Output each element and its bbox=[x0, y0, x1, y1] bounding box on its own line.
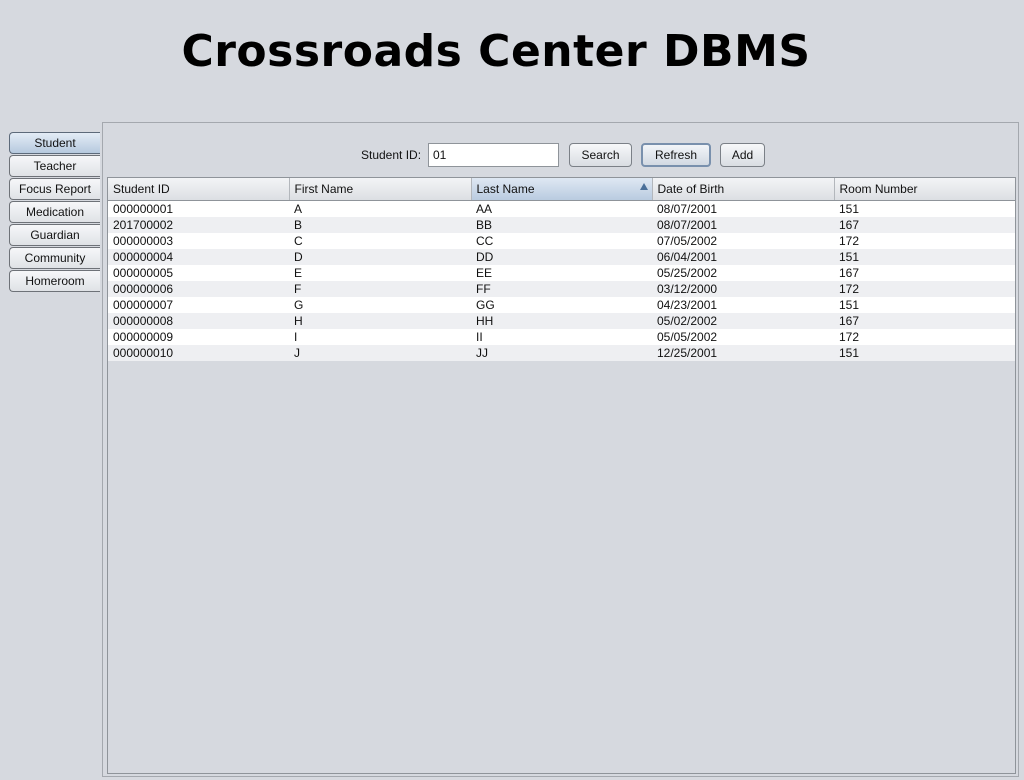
app-title: Crossroads Center DBMS bbox=[181, 26, 811, 77]
cell-first-name: C bbox=[289, 232, 471, 249]
table-row[interactable]: 000000004 D DD 06/04/2001 151 bbox=[108, 248, 1015, 265]
cell-room-number: 172 bbox=[834, 328, 1015, 345]
column-header-date-of-birth[interactable]: Date of Birth bbox=[652, 178, 835, 201]
table-row[interactable]: 000000010 J JJ 12/25/2001 151 bbox=[108, 344, 1015, 361]
cell-date-of-birth: 04/23/2001 bbox=[652, 296, 834, 313]
student-table: Student ID First Name Last Name Date of … bbox=[107, 177, 1016, 774]
cell-date-of-birth: 03/12/2000 bbox=[652, 280, 834, 297]
cell-first-name: E bbox=[289, 264, 471, 281]
cell-room-number: 172 bbox=[834, 280, 1015, 297]
cell-student-id: 000000003 bbox=[108, 232, 289, 249]
cell-date-of-birth: 05/05/2002 bbox=[652, 328, 834, 345]
cell-room-number: 172 bbox=[834, 232, 1015, 249]
cell-date-of-birth: 08/07/2001 bbox=[652, 216, 834, 233]
cell-last-name: JJ bbox=[471, 344, 652, 361]
cell-date-of-birth: 12/25/2001 bbox=[652, 344, 834, 361]
cell-first-name: G bbox=[289, 296, 471, 313]
cell-first-name: B bbox=[289, 216, 471, 233]
table-header-row: Student ID First Name Last Name Date of … bbox=[108, 178, 1015, 201]
cell-student-id: 000000005 bbox=[108, 264, 289, 281]
cell-room-number: 151 bbox=[834, 200, 1015, 217]
cell-student-id: 000000010 bbox=[108, 344, 289, 361]
cell-room-number: 151 bbox=[834, 296, 1015, 313]
table-row[interactable]: 000000005 E EE 05/25/2002 167 bbox=[108, 264, 1015, 281]
cell-room-number: 167 bbox=[834, 264, 1015, 281]
cell-student-id: 000000001 bbox=[108, 200, 289, 217]
table-row[interactable]: 000000001 A AA 08/07/2001 151 bbox=[108, 200, 1015, 217]
cell-student-id: 201700002 bbox=[108, 216, 289, 233]
cell-student-id: 000000004 bbox=[108, 248, 289, 265]
cell-room-number: 151 bbox=[834, 248, 1015, 265]
table-row[interactable]: 000000003 C CC 07/05/2002 172 bbox=[108, 232, 1015, 249]
cell-date-of-birth: 06/04/2001 bbox=[652, 248, 834, 265]
column-header-last-name[interactable]: Last Name bbox=[471, 178, 653, 201]
cell-student-id: 000000008 bbox=[108, 312, 289, 329]
cell-student-id: 000000009 bbox=[108, 328, 289, 345]
cell-last-name: II bbox=[471, 328, 652, 345]
cell-last-name: GG bbox=[471, 296, 652, 313]
cell-student-id: 000000006 bbox=[108, 280, 289, 297]
tab-guardian[interactable]: Guardian bbox=[9, 224, 100, 246]
table-row[interactable]: 000000009 I II 05/05/2002 172 bbox=[108, 328, 1015, 345]
search-button[interactable]: Search bbox=[569, 143, 632, 167]
table-row[interactable]: 201700002 B BB 08/07/2001 167 bbox=[108, 216, 1015, 233]
cell-date-of-birth: 08/07/2001 bbox=[652, 200, 834, 217]
cell-first-name: J bbox=[289, 344, 471, 361]
tab-medication[interactable]: Medication bbox=[9, 201, 100, 223]
cell-last-name: DD bbox=[471, 248, 652, 265]
tab-homeroom[interactable]: Homeroom bbox=[9, 270, 100, 292]
cell-room-number: 167 bbox=[834, 216, 1015, 233]
sort-ascending-icon bbox=[639, 183, 648, 190]
table-row[interactable]: 000000006 F FF 03/12/2000 172 bbox=[108, 280, 1015, 297]
table-row[interactable]: 000000007 G GG 04/23/2001 151 bbox=[108, 296, 1015, 313]
cell-first-name: F bbox=[289, 280, 471, 297]
cell-first-name: D bbox=[289, 248, 471, 265]
cell-last-name: FF bbox=[471, 280, 652, 297]
cell-first-name: H bbox=[289, 312, 471, 329]
column-header-label: Last Name bbox=[476, 181, 535, 196]
tab-community[interactable]: Community bbox=[9, 247, 100, 269]
tab-focus-report[interactable]: Focus Report bbox=[9, 178, 100, 200]
column-header-student-id[interactable]: Student ID bbox=[108, 178, 290, 201]
cell-last-name: HH bbox=[471, 312, 652, 329]
cell-room-number: 151 bbox=[834, 344, 1015, 361]
cell-last-name: AA bbox=[471, 200, 652, 217]
add-button[interactable]: Add bbox=[720, 143, 765, 167]
cell-last-name: BB bbox=[471, 216, 652, 233]
student-id-label: Student ID: bbox=[361, 148, 422, 162]
column-header-first-name[interactable]: First Name bbox=[289, 178, 472, 201]
cell-date-of-birth: 05/02/2002 bbox=[652, 312, 834, 329]
refresh-button[interactable]: Refresh bbox=[641, 143, 711, 167]
cell-first-name: A bbox=[289, 200, 471, 217]
cell-date-of-birth: 05/25/2002 bbox=[652, 264, 834, 281]
search-bar: Student ID: 01 Search Refresh Add bbox=[0, 143, 1024, 168]
cell-room-number: 167 bbox=[834, 312, 1015, 329]
cell-date-of-birth: 07/05/2002 bbox=[652, 232, 834, 249]
cell-first-name: I bbox=[289, 328, 471, 345]
cell-last-name: CC bbox=[471, 232, 652, 249]
cell-student-id: 000000007 bbox=[108, 296, 289, 313]
column-header-room-number[interactable]: Room Number bbox=[834, 178, 1015, 201]
student-id-input[interactable]: 01 bbox=[428, 143, 559, 167]
cell-last-name: EE bbox=[471, 264, 652, 281]
app-window: Crossroads Center DBMS Student Teacher F… bbox=[0, 0, 1024, 780]
table-row[interactable]: 000000008 H HH 05/02/2002 167 bbox=[108, 312, 1015, 329]
